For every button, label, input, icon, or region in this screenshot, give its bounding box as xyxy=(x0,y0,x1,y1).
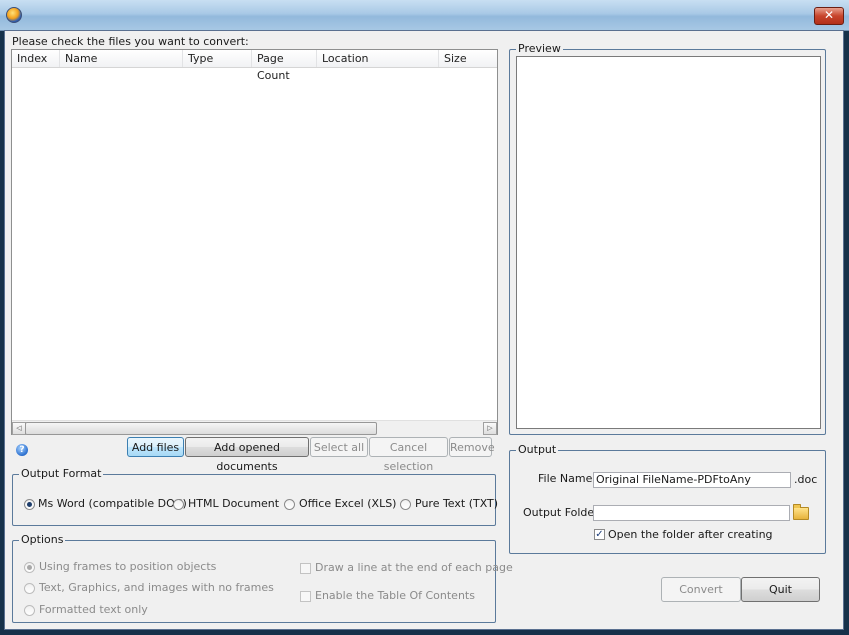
options-group: Options Using frames to position objects… xyxy=(12,533,513,623)
column-header-index[interactable]: Index xyxy=(12,50,60,67)
column-header-location[interactable]: Location xyxy=(317,50,439,67)
cancel-selection-button[interactable]: Cancel selection xyxy=(369,437,448,473)
horizontal-scrollbar[interactable]: ◁ ▷ xyxy=(12,420,497,435)
file-list-header: Index Name Type Page Count Location Size xyxy=(12,50,497,82)
title-bar[interactable]: ✕ xyxy=(0,0,849,31)
checkbox-table-of-contents-label[interactable]: Enable the Table Of Contents xyxy=(315,589,475,602)
radio-office-excel-label[interactable]: Office Excel (XLS) xyxy=(299,497,396,510)
column-header-type[interactable]: Type xyxy=(183,50,252,67)
output-folder-label: Output Folder xyxy=(523,506,599,519)
radio-using-frames[interactable] xyxy=(24,562,35,573)
preview-area xyxy=(516,56,821,429)
file-name-label: File Name xyxy=(538,472,593,485)
file-extension-label: .doc xyxy=(794,473,818,486)
column-header-page-count[interactable]: Page Count xyxy=(252,50,317,82)
radio-html-document-label[interactable]: HTML Document xyxy=(188,497,279,510)
checkbox-open-folder-label[interactable]: Open the folder after creating xyxy=(608,528,773,541)
output-format-group: Output Format Ms Word (compatible DOC) H… xyxy=(12,467,498,526)
remove-button[interactable]: Remove xyxy=(449,437,495,457)
app-window: ✕ Please check the files you want to con… xyxy=(0,0,849,635)
files-instruction: Please check the files you want to conve… xyxy=(12,35,249,48)
column-header-name[interactable]: Name xyxy=(60,50,183,67)
convert-button[interactable]: Convert xyxy=(661,577,741,602)
radio-ms-word-label[interactable]: Ms Word (compatible DOC) xyxy=(38,497,187,510)
browse-folder-icon[interactable] xyxy=(793,504,809,520)
radio-no-frames-label[interactable]: Text, Graphics, and images with no frame… xyxy=(39,581,274,594)
radio-office-excel[interactable] xyxy=(284,499,295,510)
preview-title: Preview xyxy=(516,42,563,55)
output-title: Output xyxy=(516,443,559,456)
scroll-right-button[interactable]: ▷ xyxy=(483,422,497,435)
radio-formatted-text-label[interactable]: Formatted text only xyxy=(39,603,148,616)
help-icon[interactable]: ? xyxy=(16,444,28,456)
checkbox-draw-line-label[interactable]: Draw a line at the end of each page xyxy=(315,561,513,574)
radio-pure-text-label[interactable]: Pure Text (TXT) xyxy=(415,497,498,510)
scrollbar-thumb[interactable] xyxy=(25,422,377,435)
options-title: Options xyxy=(19,533,66,546)
quit-button[interactable]: Quit xyxy=(741,577,820,602)
radio-html-document[interactable] xyxy=(173,499,184,510)
checkbox-table-of-contents[interactable] xyxy=(300,591,311,602)
radio-formatted-text[interactable] xyxy=(24,605,35,616)
scroll-left-button[interactable]: ◁ xyxy=(12,422,26,435)
output-folder-input[interactable] xyxy=(593,505,790,521)
column-header-size[interactable]: Size xyxy=(439,50,497,67)
dialog-client-area: Please check the files you want to conve… xyxy=(4,30,844,630)
radio-no-frames[interactable] xyxy=(24,583,35,594)
radio-ms-word[interactable] xyxy=(24,499,35,510)
select-all-button[interactable]: Select all xyxy=(310,437,368,457)
file-list[interactable]: Index Name Type Page Count Location Size… xyxy=(11,49,498,435)
checkbox-draw-line[interactable] xyxy=(300,563,311,574)
app-icon[interactable] xyxy=(6,7,22,23)
radio-pure-text[interactable] xyxy=(400,499,411,510)
radio-using-frames-label[interactable]: Using frames to position objects xyxy=(39,560,216,573)
checkbox-open-folder[interactable]: ✓ xyxy=(594,529,605,540)
add-opened-documents-button[interactable]: Add opened documents xyxy=(185,437,309,473)
add-files-button[interactable]: Add files xyxy=(127,437,184,457)
file-name-input[interactable]: Original FileName-PDFtoAny xyxy=(593,472,791,488)
output-group: Output File Name Original FileName-PDFto… xyxy=(509,443,826,554)
output-format-title: Output Format xyxy=(19,467,104,480)
close-button[interactable]: ✕ xyxy=(814,7,844,25)
